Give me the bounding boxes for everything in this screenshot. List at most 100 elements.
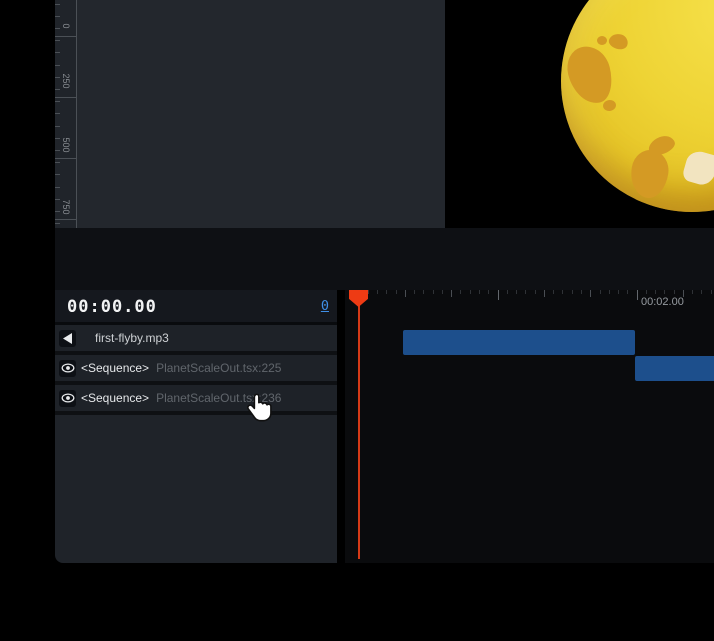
track-row[interactable]: <Sequence> PlanetScaleOut.tsx:236 (55, 385, 337, 411)
track-row[interactable]: <Sequence> PlanetScaleOut.tsx:225 (55, 355, 337, 381)
timeline-ruler-tick (460, 290, 461, 294)
planet-crater (602, 99, 617, 112)
ruler-minor-tick (55, 52, 60, 53)
timeline-ruler-tick (451, 290, 452, 297)
timeline-ruler-tick (637, 290, 638, 300)
composition-canvas[interactable] (77, 0, 445, 228)
timeline-ruler-tick (433, 290, 434, 294)
timeline-ruler-tick (590, 290, 591, 297)
ruler-minor-tick (55, 4, 60, 5)
timeline-ruler-tick (618, 290, 619, 294)
ruler-minor-tick (55, 16, 60, 17)
eye-icon (61, 363, 75, 373)
ruler-major-line (55, 219, 77, 220)
track-icon-box[interactable] (59, 390, 76, 407)
timeline-ruler-tick (377, 290, 378, 294)
timeline-ruler-tick (470, 290, 471, 294)
planet-crater (563, 42, 618, 108)
timeline-ruler-tick (442, 290, 443, 294)
timeline-ruler-tick (479, 290, 480, 294)
video-preview (445, 0, 714, 228)
sequence-bar[interactable] (635, 356, 714, 381)
ruler-minor-tick (55, 199, 60, 200)
eye-icon (61, 393, 75, 403)
current-timecode: 00:00.00 (67, 297, 157, 317)
timeline-header: 00:00.00 0 (55, 290, 337, 322)
ruler-minor-tick (55, 187, 60, 188)
playhead-marker[interactable] (349, 290, 368, 307)
track-label: first-flyby.mp3 (95, 331, 169, 345)
timeline-ruler-tick (581, 290, 582, 294)
audio-icon (63, 333, 72, 344)
remotion-studio-window: 0 250 500 750 25% 1x (0, 0, 714, 641)
current-frame-link[interactable]: 0 (321, 298, 329, 314)
ruler-label: 750 (61, 199, 71, 214)
track-label: <Sequence> (81, 361, 149, 375)
timeline-ruler-tick (544, 290, 545, 297)
ruler-major-line (55, 36, 77, 37)
timeline-ruler-tick (414, 290, 415, 294)
ruler-major-line (55, 97, 77, 98)
ruler-minor-tick (55, 89, 60, 90)
track-label: <Sequence> (81, 391, 149, 405)
ruler-minor-tick (55, 162, 60, 163)
ruler-minor-tick (55, 40, 60, 41)
ruler-minor-tick (55, 101, 60, 102)
ruler-minor-tick (55, 211, 60, 212)
timeline-ruler-tick (655, 290, 656, 294)
timeline-ruler-tick (692, 290, 693, 294)
ruler-minor-tick (55, 138, 60, 139)
ruler-minor-tick (55, 65, 60, 66)
ruler-minor-tick (55, 28, 60, 29)
timeline-ruler-tick (405, 290, 406, 297)
timeline-ruler-tick (396, 290, 397, 294)
ruler-minor-tick (55, 77, 60, 78)
timeline-ruler-tick (609, 290, 610, 294)
timeline-ruler-tick (525, 290, 526, 294)
timeline-ruler-tick (711, 290, 712, 294)
track-icon-box[interactable] (59, 360, 76, 377)
timeline-ruler-label: 00:02.00 (641, 296, 684, 308)
timeline-track-panel: 00:00.00 0 first-flyby.mp3 (55, 290, 337, 563)
planet-crater (627, 147, 671, 200)
timeline-ruler-tick (498, 290, 499, 300)
ruler-minor-tick (55, 150, 60, 151)
sequence-bar[interactable] (403, 330, 635, 355)
ruler-minor-tick (55, 126, 60, 127)
timeline-ruler-tick (674, 290, 675, 294)
ruler-label: 500 (61, 137, 71, 152)
rocket-fragment (681, 148, 714, 187)
playback-toolbar: 25% 1x (55, 228, 714, 290)
planet-crater (597, 36, 607, 45)
timeline-ruler-tick (600, 290, 601, 294)
ruler-minor-tick (55, 174, 60, 175)
timeline-ruler-tick (627, 290, 628, 294)
canvas-vertical-ruler: 0 250 500 750 (55, 0, 77, 228)
timeline-ruler-tick (664, 290, 665, 294)
timeline-ruler-tick (646, 290, 647, 294)
timeline-ruler-tick (535, 290, 536, 294)
ruler-minor-tick (55, 113, 60, 114)
planet-image (561, 0, 714, 212)
ruler-major-line (55, 158, 77, 159)
timeline-ruler-tick (562, 290, 563, 294)
hand-cursor (246, 393, 274, 424)
ruler-label: 250 (61, 73, 71, 88)
timeline-ruler-tick (701, 290, 702, 294)
track-icon-box[interactable] (59, 330, 76, 347)
timeline-ruler-tick (516, 290, 517, 294)
playhead-line[interactable] (358, 305, 360, 559)
timeline-ruler-tick (423, 290, 424, 294)
timeline-ruler-tick (507, 290, 508, 294)
ruler-minor-tick (55, 223, 60, 224)
track-list: first-flyby.mp3 <Sequence> PlanetScaleOu… (55, 325, 337, 415)
track-row[interactable]: first-flyby.mp3 (55, 325, 337, 351)
ruler-label: 0 (61, 23, 71, 28)
timeline-ruler-tick (553, 290, 554, 294)
timeline-ruler-tick (488, 290, 489, 294)
planet-crater (607, 31, 630, 51)
track-path: PlanetScaleOut.tsx:225 (156, 361, 281, 375)
timeline-ruler-tick (386, 290, 387, 294)
timeline-ruler-tick (572, 290, 573, 294)
timeline-lane[interactable]: 00:02.00 (345, 290, 714, 563)
